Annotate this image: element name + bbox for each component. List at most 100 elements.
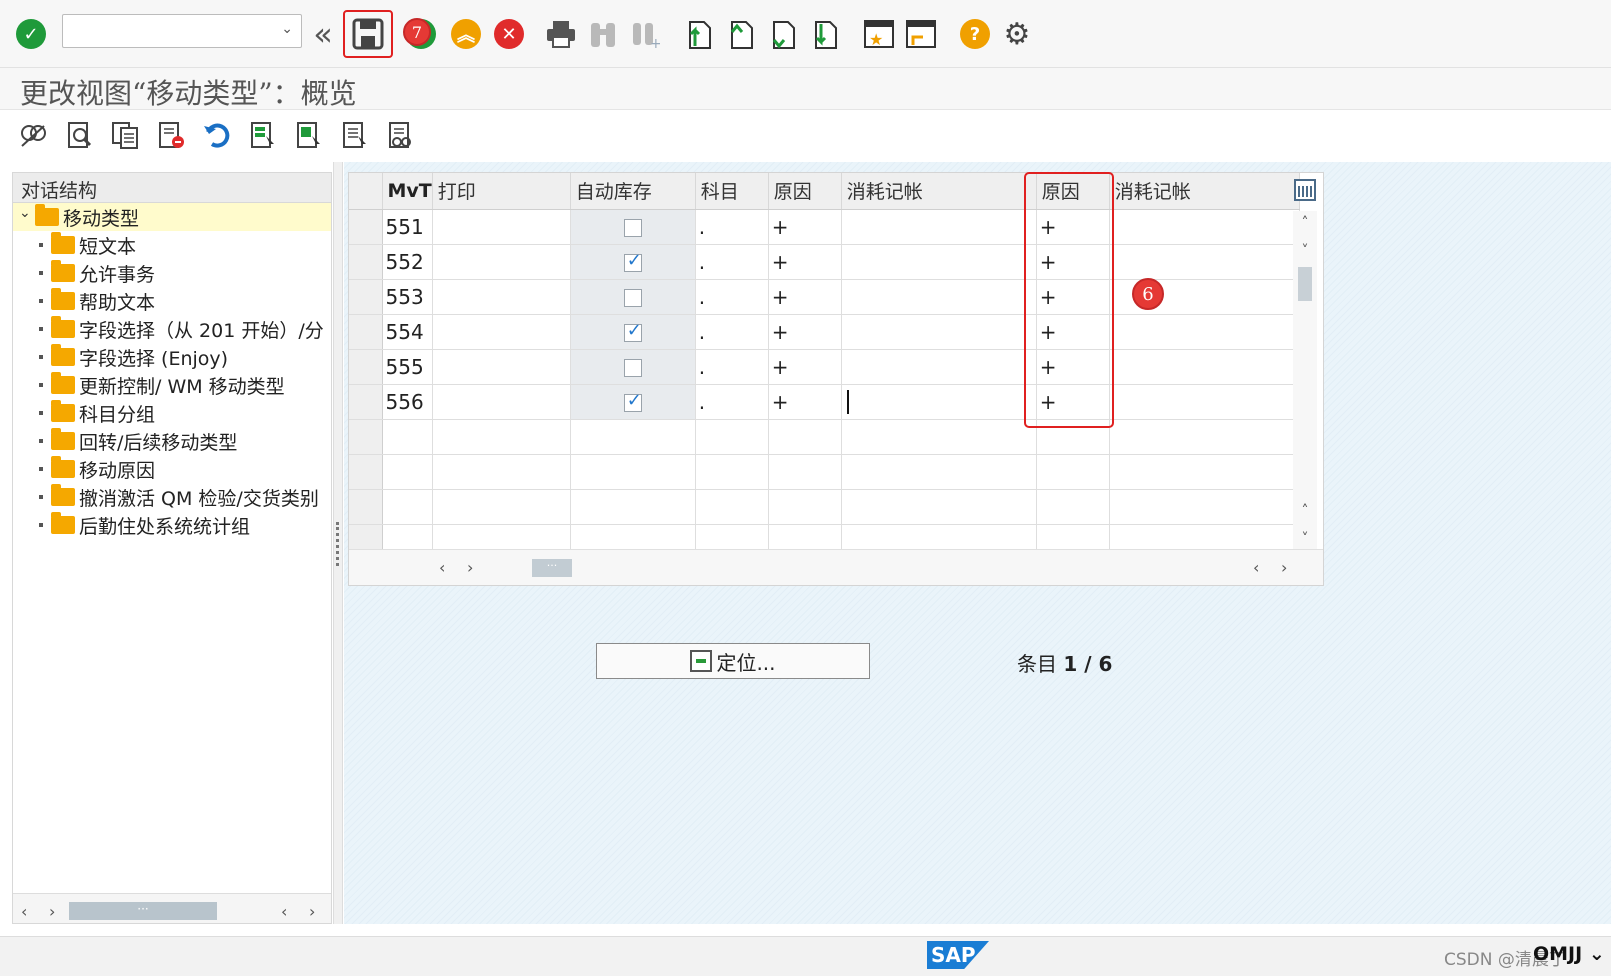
settings-icon[interactable]: ⚙	[1000, 16, 1034, 52]
scroll-left-icon[interactable]: ‹	[439, 558, 445, 577]
system-id[interactable]: OMJJ ⌄	[1533, 943, 1605, 965]
find-icon[interactable]	[586, 16, 620, 52]
select-all-icon[interactable]	[246, 118, 280, 152]
row-selector[interactable]	[349, 279, 383, 315]
page-up-icon[interactable]: ˄	[1297, 503, 1313, 519]
panel-splitter[interactable]	[333, 162, 343, 924]
tree-item-movement-type[interactable]: ⌄ 移动类型	[13, 203, 331, 231]
tree-item[interactable]: 回转/后续移动类型	[13, 427, 331, 455]
tree-item[interactable]: 字段选择（从 201 开始）/分	[13, 315, 331, 343]
check-icon[interactable]: ✓	[14, 16, 48, 52]
auto-stock-checkbox[interactable]	[623, 219, 642, 237]
row-selector-header[interactable]	[349, 173, 383, 210]
row-selector[interactable]	[349, 384, 383, 420]
splitter-grip-icon[interactable]	[336, 522, 340, 566]
back-double-chevron-icon[interactable]: «	[306, 15, 340, 53]
column-header-consumption[interactable]: 消耗记帐	[841, 173, 1037, 210]
select-block-icon[interactable]	[292, 118, 326, 152]
reason-cell[interactable]: +	[768, 349, 842, 385]
previous-page-icon[interactable]	[724, 16, 758, 52]
scroll-right-icon[interactable]: ›	[1281, 558, 1287, 577]
find-next-icon[interactable]: +	[628, 16, 662, 52]
scroll-right-icon[interactable]: ›	[309, 902, 315, 921]
consumption-cell-2[interactable]	[1109, 349, 1300, 385]
tree-item[interactable]: 字段选择 (Enjoy)	[13, 343, 331, 371]
deselect-all-icon[interactable]	[338, 118, 372, 152]
column-header-consumption-2[interactable]: 消耗记帐	[1109, 173, 1300, 210]
column-header-mvt[interactable]: MvT	[382, 173, 433, 210]
scroll-thumb[interactable]: ···	[532, 559, 572, 577]
auto-stock-checkbox[interactable]	[623, 359, 642, 377]
help-icon[interactable]: ?	[958, 16, 992, 52]
tree-item[interactable]: 移动原因	[13, 455, 331, 483]
column-settings-icon[interactable]	[1294, 179, 1316, 201]
consumption-cell[interactable]	[841, 209, 1037, 245]
row-selector[interactable]	[349, 349, 383, 385]
consumption-cell[interactable]	[841, 384, 1037, 420]
new-session-icon[interactable]: ★	[862, 16, 896, 52]
display-change-icon[interactable]	[16, 118, 50, 152]
scroll-down-icon[interactable]: ˅	[1297, 243, 1313, 259]
print-cell[interactable]	[432, 279, 571, 315]
cancel-icon[interactable]: ✕	[492, 16, 526, 52]
tree-item[interactable]: 更新控制/ WM 移动类型	[13, 371, 331, 399]
shortcut-icon[interactable]	[904, 16, 938, 52]
table-vertical-scrollbar[interactable]: ˄ ˅ ˄ ˅	[1293, 211, 1317, 549]
scroll-left-icon[interactable]: ‹	[1253, 558, 1259, 577]
account-cell[interactable]: .	[695, 349, 769, 385]
row-selector[interactable]	[349, 314, 383, 350]
account-cell[interactable]: .	[695, 244, 769, 280]
scroll-right-icon[interactable]: ›	[467, 558, 473, 577]
print-icon[interactable]	[544, 16, 578, 52]
print-cell[interactable]	[432, 209, 571, 245]
consumption-cell[interactable]	[841, 349, 1037, 385]
position-button[interactable]: 定位...	[596, 643, 870, 679]
scroll-right-icon[interactable]: ›	[49, 902, 55, 921]
auto-stock-checkbox[interactable]	[623, 390, 642, 412]
reason-cell[interactable]: +	[768, 279, 842, 315]
auto-stock-checkbox[interactable]	[623, 250, 642, 272]
exit-icon[interactable]: ︽	[449, 16, 483, 52]
print-cell[interactable]	[432, 314, 571, 350]
account-cell[interactable]: .	[695, 314, 769, 350]
copy-entries-icon[interactable]	[108, 118, 142, 152]
consumption-cell-2[interactable]	[1109, 244, 1300, 280]
reason-cell[interactable]: +	[768, 244, 842, 280]
reason-cell[interactable]: +	[768, 384, 842, 420]
column-header-auto-stock[interactable]: 自动库存	[570, 173, 696, 210]
reason-cell[interactable]: +	[768, 209, 842, 245]
consumption-cell-2[interactable]	[1109, 384, 1300, 420]
row-selector[interactable]	[349, 244, 383, 280]
print-cell[interactable]	[432, 349, 571, 385]
column-header-print[interactable]: 打印	[432, 173, 571, 210]
account-cell[interactable]: .	[695, 209, 769, 245]
scroll-thumb[interactable]: ···	[69, 902, 217, 920]
account-cell[interactable]: .	[695, 279, 769, 315]
save-icon[interactable]	[351, 16, 385, 52]
chevron-down-icon[interactable]: ⌄	[281, 21, 293, 37]
tree-item[interactable]: 帮助文本	[13, 287, 331, 315]
command-field[interactable]: ⌄	[62, 14, 302, 48]
auto-stock-checkbox[interactable]	[623, 289, 642, 307]
consumption-cell[interactable]	[841, 244, 1037, 280]
tree-item[interactable]: 允许事务	[13, 259, 331, 287]
delete-entries-icon[interactable]	[154, 118, 188, 152]
first-page-icon[interactable]	[682, 16, 716, 52]
page-down-icon[interactable]: ˅	[1297, 531, 1313, 547]
scroll-up-icon[interactable]: ˄	[1297, 215, 1313, 231]
consumption-cell-2[interactable]	[1109, 314, 1300, 350]
undo-icon[interactable]	[200, 118, 234, 152]
consumption-cell-2[interactable]	[1109, 209, 1300, 245]
row-selector[interactable]	[349, 209, 383, 245]
last-page-icon[interactable]	[808, 16, 842, 52]
consumption-cell[interactable]	[841, 314, 1037, 350]
print-cell[interactable]	[432, 384, 571, 420]
auto-stock-checkbox[interactable]	[623, 320, 642, 342]
reason-cell[interactable]: +	[768, 314, 842, 350]
column-header-account[interactable]: 科目	[695, 173, 769, 210]
print-cell[interactable]	[432, 244, 571, 280]
scroll-thumb[interactable]	[1298, 267, 1312, 301]
command-input[interactable]	[63, 15, 263, 45]
column-header-reason[interactable]: 原因	[768, 173, 842, 210]
scroll-left-icon[interactable]: ‹	[281, 902, 287, 921]
